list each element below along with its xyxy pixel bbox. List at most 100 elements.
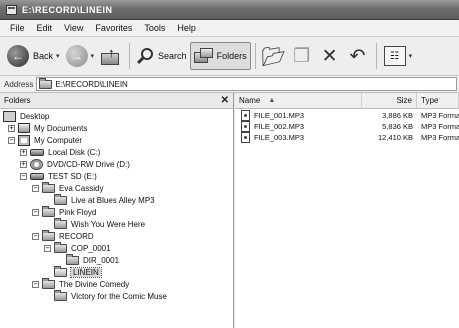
- tree-item-label: My Computer: [34, 135, 83, 145]
- drive-icon: [30, 148, 44, 156]
- folders-button[interactable]: Folders: [189, 42, 251, 70]
- forward-dropdown-icon[interactable]: ▾: [91, 52, 95, 60]
- tree-item-pink-floyd[interactable]: − Pink Floyd: [0, 205, 233, 218]
- views-button[interactable]: ☷ ▾: [381, 42, 416, 70]
- address-value: E:\RECORD\LINEIN: [55, 79, 128, 89]
- collapse-icon[interactable]: −: [32, 208, 39, 216]
- column-size-label: Size: [396, 96, 412, 105]
- close-icon[interactable]: ✕: [221, 95, 229, 106]
- menu-file[interactable]: File: [4, 23, 31, 33]
- collapse-icon[interactable]: −: [32, 184, 39, 192]
- computer-icon: [18, 134, 30, 146]
- file-size: 12,410 KB: [377, 133, 413, 142]
- expand-icon[interactable]: +: [20, 148, 27, 156]
- collapse-icon[interactable]: −: [20, 172, 27, 180]
- copy-to-icon[interactable]: ❐: [290, 44, 314, 68]
- folder-up-icon: ↑: [100, 45, 122, 66]
- tree-item-dvd-drive[interactable]: + DVD/CD-RW Drive (D:): [0, 158, 233, 170]
- column-header-type[interactable]: Type: [417, 92, 459, 109]
- menu-favorites[interactable]: Favorites: [89, 23, 138, 33]
- tree-item-desktop[interactable]: Desktop: [0, 110, 233, 122]
- tree-item-label: TEST SD (E:): [48, 171, 97, 181]
- tree-item-dir-0001[interactable]: DIR_0001: [0, 253, 233, 266]
- desktop-icon: [3, 110, 16, 122]
- views-icon: ☷: [383, 46, 406, 66]
- column-headers: Name ▲ Size Type: [235, 92, 459, 109]
- menu-view[interactable]: View: [58, 23, 89, 33]
- collapse-icon[interactable]: −: [8, 136, 15, 144]
- title-bar[interactable]: E:\RECORD\LINEIN: [0, 0, 459, 20]
- column-header-size[interactable]: Size: [362, 92, 417, 109]
- up-folder-button[interactable]: ↑: [97, 42, 125, 70]
- expand-icon[interactable]: +: [20, 160, 27, 168]
- tree-item-label: Victory for the Comic Muse: [71, 291, 167, 301]
- search-button[interactable]: Search: [134, 42, 190, 70]
- toolbar: ← Back ▾ → ▾ ↑ Search Folders 📂︎ ❐ ✕ ↶ ☷: [0, 37, 459, 76]
- move-to-icon[interactable]: 📂︎: [262, 44, 286, 68]
- tree-item-wish-you-were-here[interactable]: Wish You Were Here: [0, 217, 233, 230]
- folder-icon: [42, 181, 55, 193]
- file-type: MP3 Format Sound: [421, 111, 459, 120]
- tree-item-divine-comedy[interactable]: − The Divine Comedy: [0, 277, 233, 290]
- forward-button[interactable]: → ▾: [63, 42, 98, 70]
- tree-item-record[interactable]: − RECORD: [0, 229, 233, 242]
- folders-icon: [193, 48, 214, 64]
- tree-item-label: DVD/CD-RW Drive (D:): [47, 159, 130, 169]
- tree-item-label: Wish You Were Here: [71, 219, 146, 229]
- menu-bar: File Edit View Favorites Tools Help: [0, 20, 459, 37]
- tree-item-label: RECORD: [59, 231, 94, 241]
- explorer-window: E:\RECORD\LINEIN File Edit View Favorite…: [0, 0, 459, 328]
- folders-pane-title: Folders: [4, 96, 31, 105]
- file-type: MP3 Format Sound: [421, 133, 459, 142]
- tree-item-victory-comic-muse[interactable]: Victory for the Comic Muse: [0, 289, 233, 302]
- folder-icon: [39, 77, 53, 89]
- folder-tree: Desktop + My Documents − My Computer + L…: [0, 109, 233, 302]
- tree-item-cop-0001[interactable]: − COP_0001: [0, 241, 233, 254]
- expand-icon[interactable]: +: [8, 124, 15, 132]
- search-icon: [137, 47, 155, 65]
- menu-help[interactable]: Help: [171, 23, 202, 33]
- column-type-label: Type: [421, 96, 439, 105]
- undo-icon[interactable]: ↶: [346, 44, 370, 68]
- file-row[interactable]: FILE_003.MP3 12,410 KB MP3 Format Sound: [235, 132, 459, 143]
- mp3-file-icon: [241, 121, 250, 132]
- file-list: FILE_001.MP3 3,886 KB MP3 Format Sound F…: [235, 109, 459, 143]
- tree-item-eva-cassidy[interactable]: − Eva Cassidy: [0, 181, 233, 194]
- address-bar: Address E:\RECORD\LINEIN: [0, 76, 459, 93]
- tree-item-test-sd[interactable]: − TEST SD (E:): [0, 170, 233, 182]
- toolbar-separator: [254, 43, 256, 69]
- folder-icon: [66, 253, 79, 265]
- back-arrow-icon: ←: [7, 45, 29, 67]
- file-name: FILE_001.MP3: [254, 111, 305, 120]
- menu-tools[interactable]: Tools: [138, 23, 171, 33]
- tree-item-live-at-blues-alley[interactable]: Live at Blues Alley MP3: [0, 193, 233, 206]
- tree-item-my-documents[interactable]: + My Documents: [0, 122, 233, 134]
- folder-icon: [54, 241, 67, 253]
- collapse-icon[interactable]: −: [32, 232, 39, 240]
- menu-edit[interactable]: Edit: [31, 23, 59, 33]
- folder-icon: [54, 193, 67, 205]
- file-row[interactable]: FILE_001.MP3 3,886 KB MP3 Format Sound: [235, 110, 459, 121]
- folder-icon: [42, 277, 55, 289]
- tree-item-my-computer[interactable]: − My Computer: [0, 134, 233, 146]
- back-label: Back: [33, 51, 54, 61]
- folders-pane: Folders ✕ Desktop + My Documents − My Co…: [0, 93, 234, 328]
- collapse-icon[interactable]: −: [32, 280, 39, 288]
- collapse-icon[interactable]: −: [44, 244, 51, 252]
- tree-item-label: LINEIN: [70, 266, 102, 278]
- back-dropdown-icon[interactable]: ▾: [56, 52, 60, 60]
- folder-icon: [54, 217, 67, 229]
- mp3-file-icon: [241, 132, 250, 143]
- column-header-name[interactable]: Name ▲: [235, 92, 362, 109]
- mp3-file-icon: [241, 110, 250, 121]
- tree-item-linein[interactable]: LINEIN: [0, 265, 233, 278]
- views-dropdown-icon[interactable]: ▾: [409, 52, 413, 60]
- search-label: Search: [158, 51, 187, 61]
- tree-item-local-disk[interactable]: + Local Disk (C:): [0, 146, 233, 158]
- column-name-label: Name: [239, 96, 261, 105]
- toolbar-separator: [129, 43, 131, 69]
- back-button[interactable]: ← Back ▾: [4, 42, 63, 70]
- address-field[interactable]: E:\RECORD\LINEIN: [36, 77, 457, 91]
- delete-icon[interactable]: ✕: [318, 44, 342, 68]
- file-row[interactable]: FILE_002.MP3 5,836 KB MP3 Format Sound: [235, 121, 459, 132]
